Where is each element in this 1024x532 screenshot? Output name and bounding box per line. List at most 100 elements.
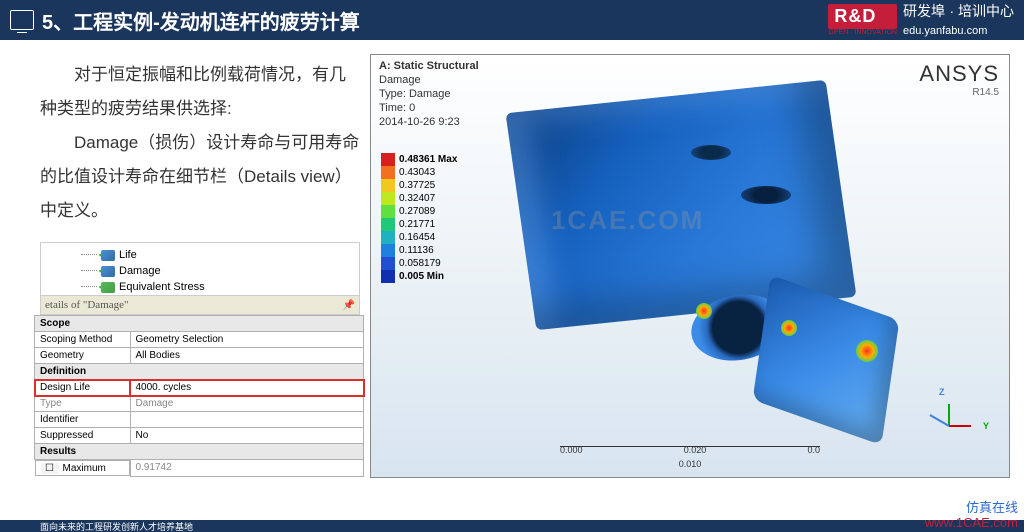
tree-item-equivalent-stress[interactable]: ✓Equivalent Stress — [101, 279, 359, 295]
footer-bar: 面向未来的工程研发创新人才培养基地 — [0, 520, 1024, 532]
page-watermark: 仿真在线 www.1CAE.com — [925, 500, 1018, 530]
model-geometry[interactable] — [491, 85, 931, 455]
logo-url: edu.yanfabu.com — [903, 25, 987, 37]
y-label: Y — [983, 421, 989, 431]
legend-value: 0.21771 — [399, 219, 435, 230]
bore-2 — [741, 186, 791, 204]
rd-subtext: OPEN · INNOVATION — [828, 29, 897, 36]
legend-row: 0.11136 — [381, 244, 457, 257]
legend-swatch — [381, 218, 395, 231]
right-column: A: Static Structural Damage Type: Damage… — [370, 52, 1014, 520]
solution-title: A: Static Structural — [379, 59, 479, 73]
legend-value: 0.005 Min — [399, 271, 444, 282]
legend-swatch — [381, 257, 395, 270]
axis-x — [929, 414, 949, 427]
outline-tree[interactable]: ✓Life ✓Damage ✓Equivalent Stress — [40, 242, 360, 296]
row-type[interactable]: TypeDamage — [35, 396, 364, 412]
legend-swatch — [381, 205, 395, 218]
para-line1: 对于恒定振幅和比例载荷情况，有几种类型的疲劳结果供选择: — [40, 65, 346, 118]
axis-triad[interactable]: Z Y — [939, 387, 989, 437]
legend-swatch — [381, 231, 395, 244]
pin-icon[interactable]: 📌 — [343, 300, 355, 311]
tree-label: Equivalent Stress — [119, 281, 205, 293]
legend-row: 0.005 Min — [381, 270, 457, 283]
brand-logo: R&D OPEN · INNOVATION 研发埠 · 培训中心 edu.yan… — [828, 1, 1014, 39]
axis-y — [949, 425, 971, 427]
legend-row: 0.058179 — [381, 257, 457, 270]
row-scoping-method[interactable]: Scoping MethodGeometry Selection — [35, 332, 364, 348]
tree-label: Life — [119, 249, 137, 261]
result-header: A: Static Structural Damage Type: Damage… — [379, 59, 479, 129]
hotspot-2 — [781, 320, 797, 336]
tree-item-damage[interactable]: ✓Damage — [101, 263, 359, 279]
legend-value: 0.16454 — [399, 232, 435, 243]
logo-suffix: · 培训中心 — [949, 3, 1014, 19]
watermark-line2: www.1CAE.com — [925, 515, 1018, 530]
shaft-section — [753, 275, 900, 445]
legend-row: 0.21771 — [381, 218, 457, 231]
ansys-logo: ANSYS R14.5 — [919, 61, 999, 98]
scale-mid: 0.010 — [560, 459, 820, 469]
details-title-text: etails of "Damage" — [45, 299, 129, 311]
row-design-life[interactable]: Design Life4000. cycles — [35, 380, 364, 396]
legend-swatch — [381, 244, 395, 257]
legend-value: 0.27089 — [399, 206, 435, 217]
legend-value: 0.48361 Max — [399, 154, 457, 165]
legend-row: 0.27089 — [381, 205, 457, 218]
legend-value: 0.058179 — [399, 258, 441, 269]
legend-swatch — [381, 153, 395, 166]
result-time: Time: 0 — [379, 101, 479, 115]
legend-swatch — [381, 192, 395, 205]
legend-swatch — [381, 270, 395, 283]
legend-swatch — [381, 166, 395, 179]
row-identifier[interactable]: Identifier — [35, 412, 364, 428]
result-timestamp: 2014-10-26 9:23 — [379, 115, 479, 129]
header-bar: 5、工程实例-发动机连杆的疲劳计算 R&D OPEN · INNOVATION … — [0, 0, 1024, 40]
section-scope[interactable]: Scope — [35, 316, 364, 332]
rd-badge: R&D — [828, 4, 897, 29]
details-panel-title: etails of "Damage" 📌 — [40, 296, 360, 315]
ansys-viewport[interactable]: A: Static Structural Damage Type: Damage… — [370, 54, 1010, 478]
description-text: 对于恒定振幅和比例载荷情况，有几种类型的疲劳结果供选择: Damage（损伤）设… — [40, 52, 360, 234]
contour-legend: 0.48361 Max 0.43043 0.37725 0.32407 0.27089 0… — [381, 153, 457, 283]
hotspot-3 — [856, 340, 878, 362]
section-results[interactable]: Results — [35, 444, 364, 460]
section-definition[interactable]: Definition — [35, 364, 364, 380]
left-column: 对于恒定振幅和比例载荷情况，有几种类型的疲劳结果供选择: Damage（损伤）设… — [40, 52, 360, 520]
legend-row: 0.32407 — [381, 192, 457, 205]
footer-text: 面向未来的工程研发创新人才培养基地 — [40, 522, 193, 532]
monitor-icon — [10, 10, 34, 30]
scale-bar: 0.000 0.020 0.0 0.010 — [560, 446, 820, 469]
row-suppressed[interactable]: SuppressedNo — [35, 428, 364, 444]
logo-text: 研发埠 — [903, 3, 945, 19]
scope-header: Scope — [35, 316, 364, 332]
legend-value: 0.37725 — [399, 180, 435, 191]
legend-value: 0.32407 — [399, 193, 435, 204]
legend-row: 0.37725 — [381, 179, 457, 192]
row-geometry[interactable]: GeometryAll Bodies — [35, 348, 364, 364]
ansys-version: R14.5 — [919, 87, 999, 98]
legend-swatch — [381, 179, 395, 192]
legend-value: 0.11136 — [399, 245, 434, 256]
legend-row: 0.48361 Max — [381, 153, 457, 166]
row-maximum[interactable]: ☐Maximum0.91742 — [35, 460, 364, 477]
tree-item-life[interactable]: ✓Life — [101, 247, 359, 263]
watermark-line1: 仿真在线 — [925, 500, 1018, 515]
details-table: Scope Scoping MethodGeometry Selection G… — [34, 315, 364, 477]
legend-value: 0.43043 — [399, 167, 435, 178]
legend-row: 0.43043 — [381, 166, 457, 179]
para-line2: Damage（损伤）设计寿命与可用寿命的比值设计寿命在细节栏（Details v… — [40, 133, 359, 220]
def-header: Definition — [35, 364, 364, 380]
ansys-brand: ANSYS — [919, 61, 999, 87]
axis-z — [948, 404, 950, 426]
content-area: 对于恒定振幅和比例载荷情况，有几种类型的疲劳结果供选择: Damage（损伤）设… — [0, 40, 1024, 520]
bore-1 — [691, 145, 731, 160]
page-title: 5、工程实例-发动机连杆的疲劳计算 — [42, 6, 828, 35]
results-header: Results — [35, 444, 364, 460]
legend-row: 0.16454 — [381, 231, 457, 244]
viewport-watermark: 1CAE.COM — [551, 205, 704, 236]
hotspot-1 — [696, 303, 712, 319]
result-name: Damage — [379, 73, 479, 87]
tree-label: Damage — [119, 265, 161, 277]
z-label: Z — [939, 387, 945, 397]
